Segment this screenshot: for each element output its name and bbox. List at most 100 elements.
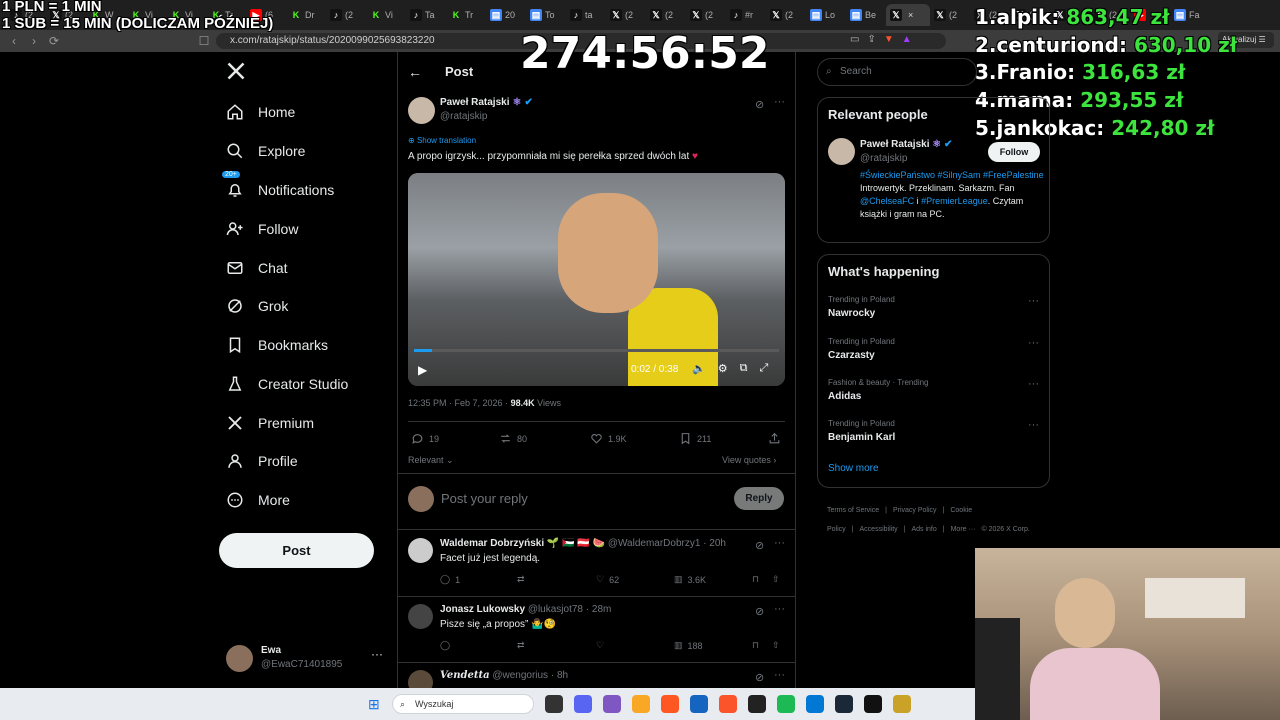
- account-switcher[interactable]: Ewa @EwaC71401895 ···: [226, 645, 396, 673]
- view-quotes-link[interactable]: View quotes ›: [722, 455, 776, 465]
- trend-item[interactable]: Trending in Poland Nawrocky ···: [828, 295, 1041, 319]
- brave-rewards-icon[interactable]: ▲: [902, 34, 912, 48]
- footer-link[interactable]: Accessibility: [860, 526, 898, 533]
- popout-icon[interactable]: ⧉: [740, 362, 748, 375]
- spotify-icon[interactable]: [777, 695, 795, 713]
- grok-icon[interactable]: ⊘: [755, 671, 764, 684]
- browser-tab[interactable]: ♪ Ta: [406, 4, 446, 26]
- reply-action[interactable]: 19: [411, 432, 439, 445]
- grok-icon[interactable]: ⊘: [755, 98, 764, 111]
- more-dots-icon[interactable]: ···: [1028, 337, 1039, 349]
- discord-icon[interactable]: [574, 695, 592, 713]
- nav-item-home[interactable]: Home: [226, 97, 295, 127]
- nav-item-notifications[interactable]: 20+ Notifications: [222, 171, 334, 205]
- person-avatar[interactable]: [828, 138, 855, 165]
- browser-tab[interactable]: ▤ Be: [846, 4, 886, 26]
- nav-item-premium[interactable]: Premium: [226, 408, 314, 438]
- more-dots-icon[interactable]: ···: [371, 647, 383, 661]
- share-action[interactable]: ⇧: [772, 574, 780, 585]
- bio-mention[interactable]: @ChelseaFC: [860, 196, 914, 206]
- more-dots-icon[interactable]: ···: [774, 603, 785, 615]
- more-dots-icon[interactable]: ···: [774, 669, 785, 681]
- close-tab-icon[interactable]: ×: [908, 10, 913, 20]
- share-action[interactable]: [768, 432, 781, 445]
- show-more-link[interactable]: Show more: [828, 463, 879, 474]
- brave-shield-icon[interactable]: ▼: [884, 34, 894, 48]
- reply-author[interactable]: Waldemar Dobrzyński: [440, 538, 544, 549]
- browser-tab[interactable]: K Tr: [446, 4, 486, 26]
- reply-action[interactable]: ◯ 1: [440, 574, 460, 585]
- browser-tab[interactable]: ♪ (2: [326, 4, 366, 26]
- volume-icon[interactable]: 🔈: [692, 362, 706, 375]
- browser-tab[interactable]: ▤ Lo: [806, 4, 846, 26]
- copilot-icon[interactable]: [603, 695, 621, 713]
- more-dots-icon[interactable]: ···: [1028, 378, 1039, 390]
- reply-input[interactable]: Post your reply: [441, 491, 528, 506]
- forward-button[interactable]: ›: [26, 33, 42, 49]
- like-action[interactable]: ♡ 62: [596, 574, 619, 585]
- like-action[interactable]: 1.9K: [590, 432, 627, 445]
- browser-tab[interactable]: ▤ 20: [486, 4, 526, 26]
- play-icon[interactable]: ▶: [418, 363, 427, 377]
- nav-item-explore[interactable]: Explore: [226, 136, 305, 166]
- fullscreen-icon[interactable]: ⤢: [759, 362, 768, 375]
- x-logo-icon[interactable]: [226, 61, 248, 83]
- browser-tab[interactable]: 𝕏 ×: [886, 4, 930, 26]
- nav-item-profile[interactable]: Profile: [226, 446, 298, 476]
- browser-tab[interactable]: ▤ To: [526, 4, 566, 26]
- windows-start-icon[interactable]: ⊞: [368, 696, 384, 712]
- person-name-row[interactable]: Paweł Ratajski ⚛ ✔: [860, 139, 952, 150]
- repost-action[interactable]: ⇄: [517, 574, 530, 585]
- nav-item-more[interactable]: More: [226, 485, 290, 515]
- reply-avatar[interactable]: [408, 604, 433, 629]
- share-action[interactable]: ⇧: [772, 640, 780, 651]
- brave-icon[interactable]: [719, 695, 737, 713]
- more-dots-icon[interactable]: ···: [774, 537, 785, 549]
- nav-item-chat[interactable]: Chat: [226, 253, 288, 283]
- store-icon[interactable]: [690, 695, 708, 713]
- bookmark-action[interactable]: ⊓: [752, 640, 759, 651]
- browser-tab[interactable]: 𝕏 (2: [606, 4, 646, 26]
- capcut-icon[interactable]: [864, 695, 882, 713]
- nav-item-grok[interactable]: Grok: [226, 291, 288, 321]
- browser-tab[interactable]: 𝕏 (2: [646, 4, 686, 26]
- author-name-row[interactable]: Paweł Ratajski ⚛ ✔: [440, 97, 533, 108]
- footer-link[interactable]: More ···: [951, 526, 976, 533]
- browser-tab[interactable]: K Dr: [286, 4, 326, 26]
- task-view-icon[interactable]: [545, 695, 563, 713]
- browser-tab[interactable]: 𝕏 (2: [930, 4, 970, 26]
- reply-action[interactable]: ◯: [440, 640, 455, 651]
- reply-avatar[interactable]: [408, 538, 433, 563]
- show-translation-link[interactable]: ⊕ Show translation: [408, 136, 476, 145]
- obs-icon[interactable]: [748, 695, 766, 713]
- steam-icon[interactable]: [835, 695, 853, 713]
- bookmark-action[interactable]: ⊓: [752, 574, 759, 585]
- reload-button[interactable]: ⟳: [46, 33, 62, 49]
- cast-icon[interactable]: ▭: [850, 34, 859, 48]
- more-dots-icon[interactable]: ···: [1028, 295, 1039, 307]
- post-button[interactable]: Post: [219, 533, 374, 568]
- video-progress-track[interactable]: [414, 349, 779, 352]
- video-player[interactable]: ▶ 0:02 / 0:38 🔈 ⚙ ⧉ ⤢: [408, 173, 785, 386]
- back-arrow-icon[interactable]: ←: [408, 64, 422, 80]
- footer-link[interactable]: Privacy Policy: [893, 507, 937, 514]
- views-action[interactable]: ▥ 3.6K: [674, 574, 706, 585]
- file-explorer-icon[interactable]: [632, 695, 650, 713]
- views-action[interactable]: ▥ 188: [674, 640, 703, 651]
- author-avatar[interactable]: [408, 97, 435, 124]
- bio-hashtags[interactable]: #ŚwieckiePaństwo #SilnySam #FreePalestin…: [860, 170, 1044, 180]
- browser-tab[interactable]: ♪ ta: [566, 4, 606, 26]
- reply-button[interactable]: Reply: [734, 487, 784, 510]
- trend-item[interactable]: Trending in Poland Czarzasty ···: [828, 337, 1041, 361]
- calculator-icon[interactable]: [806, 695, 824, 713]
- share-icon[interactable]: ⇪: [867, 34, 875, 48]
- browser-tab[interactable]: K Vi: [366, 4, 406, 26]
- sort-relevant-dropdown[interactable]: Relevant ⌄: [408, 455, 454, 466]
- footer-link[interactable]: Terms of Service: [827, 507, 879, 514]
- repost-action[interactable]: ⇄: [517, 640, 530, 651]
- more-dots-icon[interactable]: ···: [774, 96, 785, 108]
- trend-item[interactable]: Trending in Poland Benjamin Karl ···: [828, 419, 1041, 443]
- browser-tab[interactable]: ♪ #r: [726, 4, 766, 26]
- league-icon[interactable]: [893, 695, 911, 713]
- back-button[interactable]: ‹: [6, 33, 22, 49]
